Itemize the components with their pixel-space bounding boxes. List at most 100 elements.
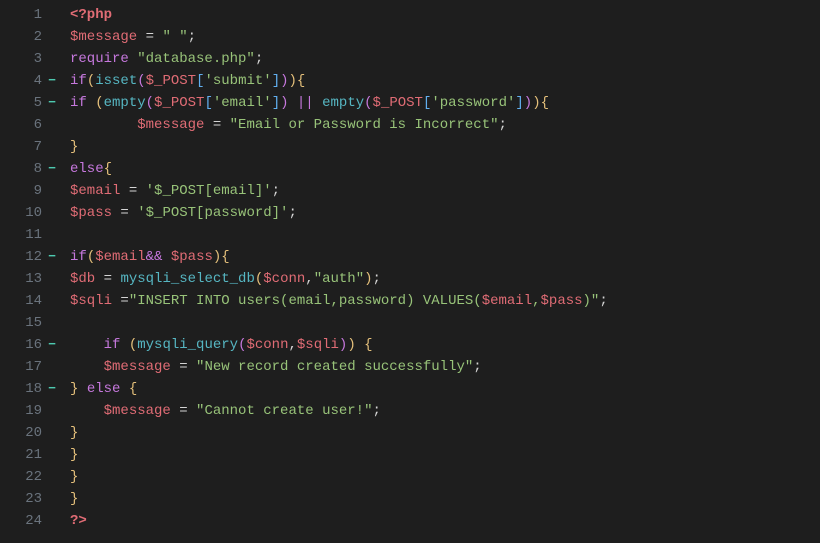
line-number: 19 — [6, 400, 42, 422]
code-token: $email — [70, 183, 120, 199]
fold-toggle-icon[interactable]: − — [48, 246, 56, 268]
code-token: ; — [372, 403, 380, 419]
line-number: 23 — [6, 488, 42, 510]
code-line[interactable]: } — [70, 488, 820, 510]
code-line[interactable]: $pass = '$_POST[password]'; — [70, 202, 820, 224]
code-token: "auth" — [314, 271, 364, 287]
line-number: 7 — [6, 136, 42, 158]
code-token: ){ — [289, 73, 306, 89]
code-line[interactable]: require "database.php"; — [70, 48, 820, 70]
code-line[interactable] — [70, 312, 820, 334]
code-token: , — [288, 337, 296, 353]
code-line[interactable]: $message = "Email or Password is Incorre… — [70, 114, 820, 136]
code-line[interactable]: } — [70, 466, 820, 488]
code-token: = — [112, 293, 129, 309]
code-token: $message — [104, 359, 171, 375]
code-token — [70, 337, 104, 353]
code-token: ; — [599, 293, 607, 309]
line-number-gutter: 1234−5−678−9101112−13141516−1718−1920212… — [0, 4, 52, 532]
code-token: " " — [162, 29, 187, 45]
code-token: } — [70, 425, 78, 441]
code-token: ( — [87, 73, 95, 89]
code-line[interactable]: } else { — [70, 378, 820, 400]
code-token: ; — [473, 359, 481, 375]
fold-toggle-icon[interactable]: − — [48, 334, 56, 356]
fold-toggle-icon[interactable]: − — [48, 158, 56, 180]
code-token: ; — [288, 205, 296, 221]
code-token: ] — [515, 95, 523, 111]
code-token: ; — [255, 51, 263, 67]
line-number: 22 — [6, 466, 42, 488]
code-line[interactable]: <?php — [70, 4, 820, 26]
code-token: ; — [499, 117, 507, 133]
code-token: ) — [364, 271, 372, 287]
fold-toggle-icon[interactable]: − — [48, 92, 56, 114]
code-token: { — [129, 381, 137, 397]
line-number: 18− — [6, 378, 42, 400]
code-area[interactable]: <?php$message = " ";require "database.ph… — [52, 4, 820, 532]
code-token: if — [104, 337, 121, 353]
code-token: isset — [95, 73, 137, 89]
code-token: $message — [70, 29, 137, 45]
code-line[interactable]: $sqli ="INSERT INTO users(email,password… — [70, 290, 820, 312]
code-token: ?> — [70, 513, 87, 529]
code-token: $conn — [246, 337, 288, 353]
code-token: ( — [146, 95, 154, 111]
code-line[interactable]: if($email&& $pass){ — [70, 246, 820, 268]
code-line[interactable] — [70, 224, 820, 246]
code-token — [120, 337, 128, 353]
code-token: "Email or Password is Incorrect" — [230, 117, 499, 133]
code-line[interactable]: else{ — [70, 158, 820, 180]
line-number: 21 — [6, 444, 42, 466]
code-token: ) — [280, 95, 288, 111]
code-line[interactable]: $db = mysqli_select_db($conn,"auth"); — [70, 268, 820, 290]
code-line[interactable]: } — [70, 444, 820, 466]
code-line[interactable]: if (empty($_POST['email']) || empty($_PO… — [70, 92, 820, 114]
line-number: 6 — [6, 114, 42, 136]
code-token: empty — [322, 95, 364, 111]
code-token: $pass — [171, 249, 213, 265]
code-token: && — [146, 249, 163, 265]
fold-toggle-icon[interactable]: − — [48, 70, 56, 92]
code-token: if — [70, 249, 87, 265]
code-token: ; — [272, 183, 280, 199]
code-token: = — [112, 205, 137, 221]
code-token: 'submit' — [204, 73, 271, 89]
code-line[interactable]: } — [70, 422, 820, 444]
code-line[interactable]: } — [70, 136, 820, 158]
code-line[interactable]: $message = "New record created successfu… — [70, 356, 820, 378]
code-token: ; — [188, 29, 196, 45]
code-line[interactable]: if (mysqli_query($conn,$sqli)) { — [70, 334, 820, 356]
code-token: ) — [524, 95, 532, 111]
code-token: '$_POST[password]' — [137, 205, 288, 221]
code-line[interactable]: if(isset($_POST['submit'])){ — [70, 70, 820, 92]
line-number: 10 — [6, 202, 42, 224]
code-token: "database.php" — [137, 51, 255, 67]
code-token — [289, 95, 297, 111]
code-token: mysqli_select_db — [120, 271, 254, 287]
code-token: = — [204, 117, 229, 133]
code-token — [87, 95, 95, 111]
code-token: else — [70, 161, 104, 177]
code-token: $pass — [541, 293, 583, 309]
line-number: 16− — [6, 334, 42, 356]
line-number: 1 — [6, 4, 42, 26]
code-token: ){ — [532, 95, 549, 111]
code-line[interactable]: $message = "Cannot create user!"; — [70, 400, 820, 422]
code-token: = — [137, 29, 162, 45]
code-line[interactable]: ?> — [70, 510, 820, 532]
code-token — [70, 117, 137, 133]
code-token: mysqli_query — [137, 337, 238, 353]
code-editor: 1234−5−678−9101112−13141516−1718−1920212… — [0, 0, 820, 536]
code-token — [70, 359, 104, 375]
fold-toggle-icon[interactable]: − — [48, 378, 56, 400]
code-token: ( — [364, 95, 372, 111]
line-number: 8− — [6, 158, 42, 180]
code-token — [162, 249, 170, 265]
line-number: 5− — [6, 92, 42, 114]
code-token: ] — [272, 95, 280, 111]
code-line[interactable]: $message = " "; — [70, 26, 820, 48]
code-line[interactable]: $email = '$_POST[email]'; — [70, 180, 820, 202]
code-token: || — [297, 95, 314, 111]
code-token: ; — [373, 271, 381, 287]
